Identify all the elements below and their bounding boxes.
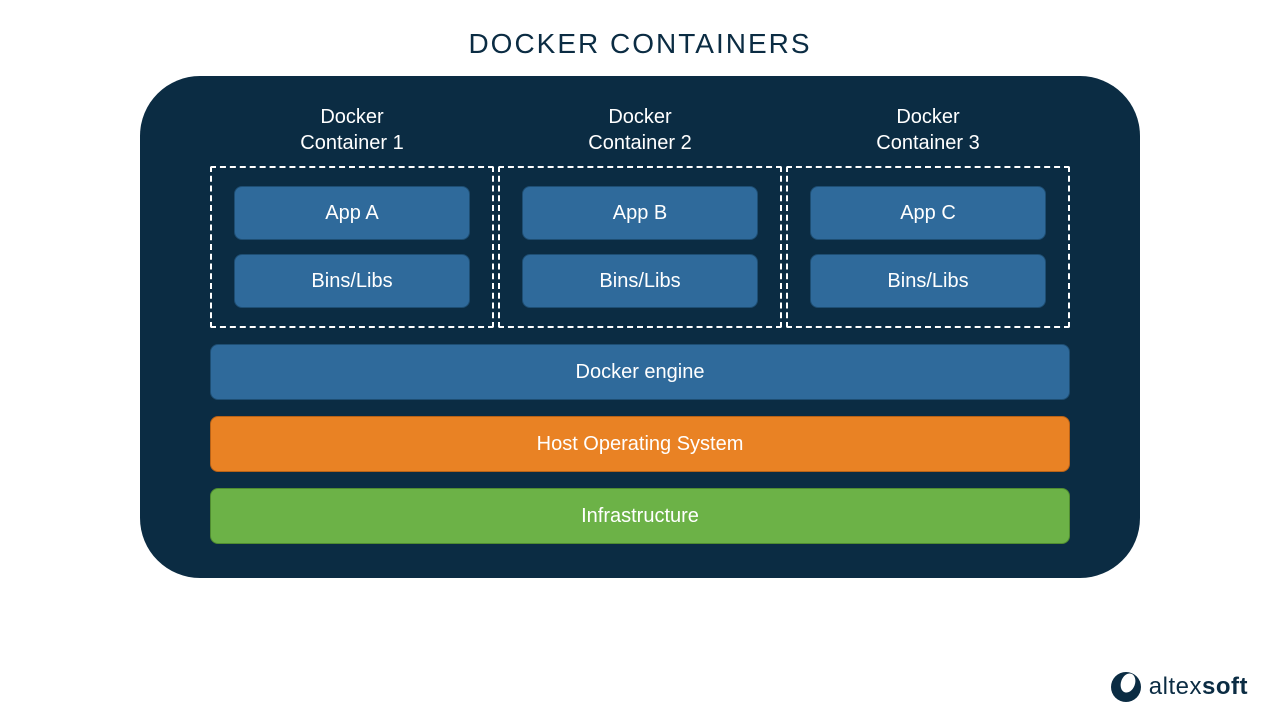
containers-row: Docker Container 1 App A Bins/Libs Docke… (210, 104, 1070, 328)
diagram-panel: Docker Container 1 App A Bins/Libs Docke… (140, 76, 1140, 578)
container-1-box: App A Bins/Libs (210, 166, 494, 328)
brand-logo: altexsoft (1111, 672, 1248, 702)
container-2-label: Docker Container 2 (588, 104, 691, 156)
container-3: Docker Container 3 App C Bins/Libs (786, 104, 1070, 328)
container-3-box: App C Bins/Libs (786, 166, 1070, 328)
diagram-title: DOCKER CONTAINERS (0, 0, 1280, 76)
container-3-label: Docker Container 3 (876, 104, 979, 156)
layer-docker-engine: Docker engine (210, 344, 1070, 400)
layer-host-os: Host Operating System (210, 416, 1070, 472)
container-1: Docker Container 1 App A Bins/Libs (210, 104, 494, 328)
container-1-app: App A (234, 186, 470, 240)
container-1-libs: Bins/Libs (234, 254, 470, 308)
brand-part2: soft (1202, 673, 1248, 700)
container-3-app: App C (810, 186, 1046, 240)
brand-logo-text: altexsoft (1149, 673, 1248, 701)
brand-logo-icon (1111, 672, 1141, 702)
container-2-app: App B (522, 186, 758, 240)
container-2: Docker Container 2 App B Bins/Libs (498, 104, 782, 328)
container-3-libs: Bins/Libs (810, 254, 1046, 308)
container-1-label: Docker Container 1 (300, 104, 403, 156)
container-2-box: App B Bins/Libs (498, 166, 782, 328)
brand-part1: altex (1149, 673, 1202, 700)
container-2-libs: Bins/Libs (522, 254, 758, 308)
layer-infrastructure: Infrastructure (210, 488, 1070, 544)
